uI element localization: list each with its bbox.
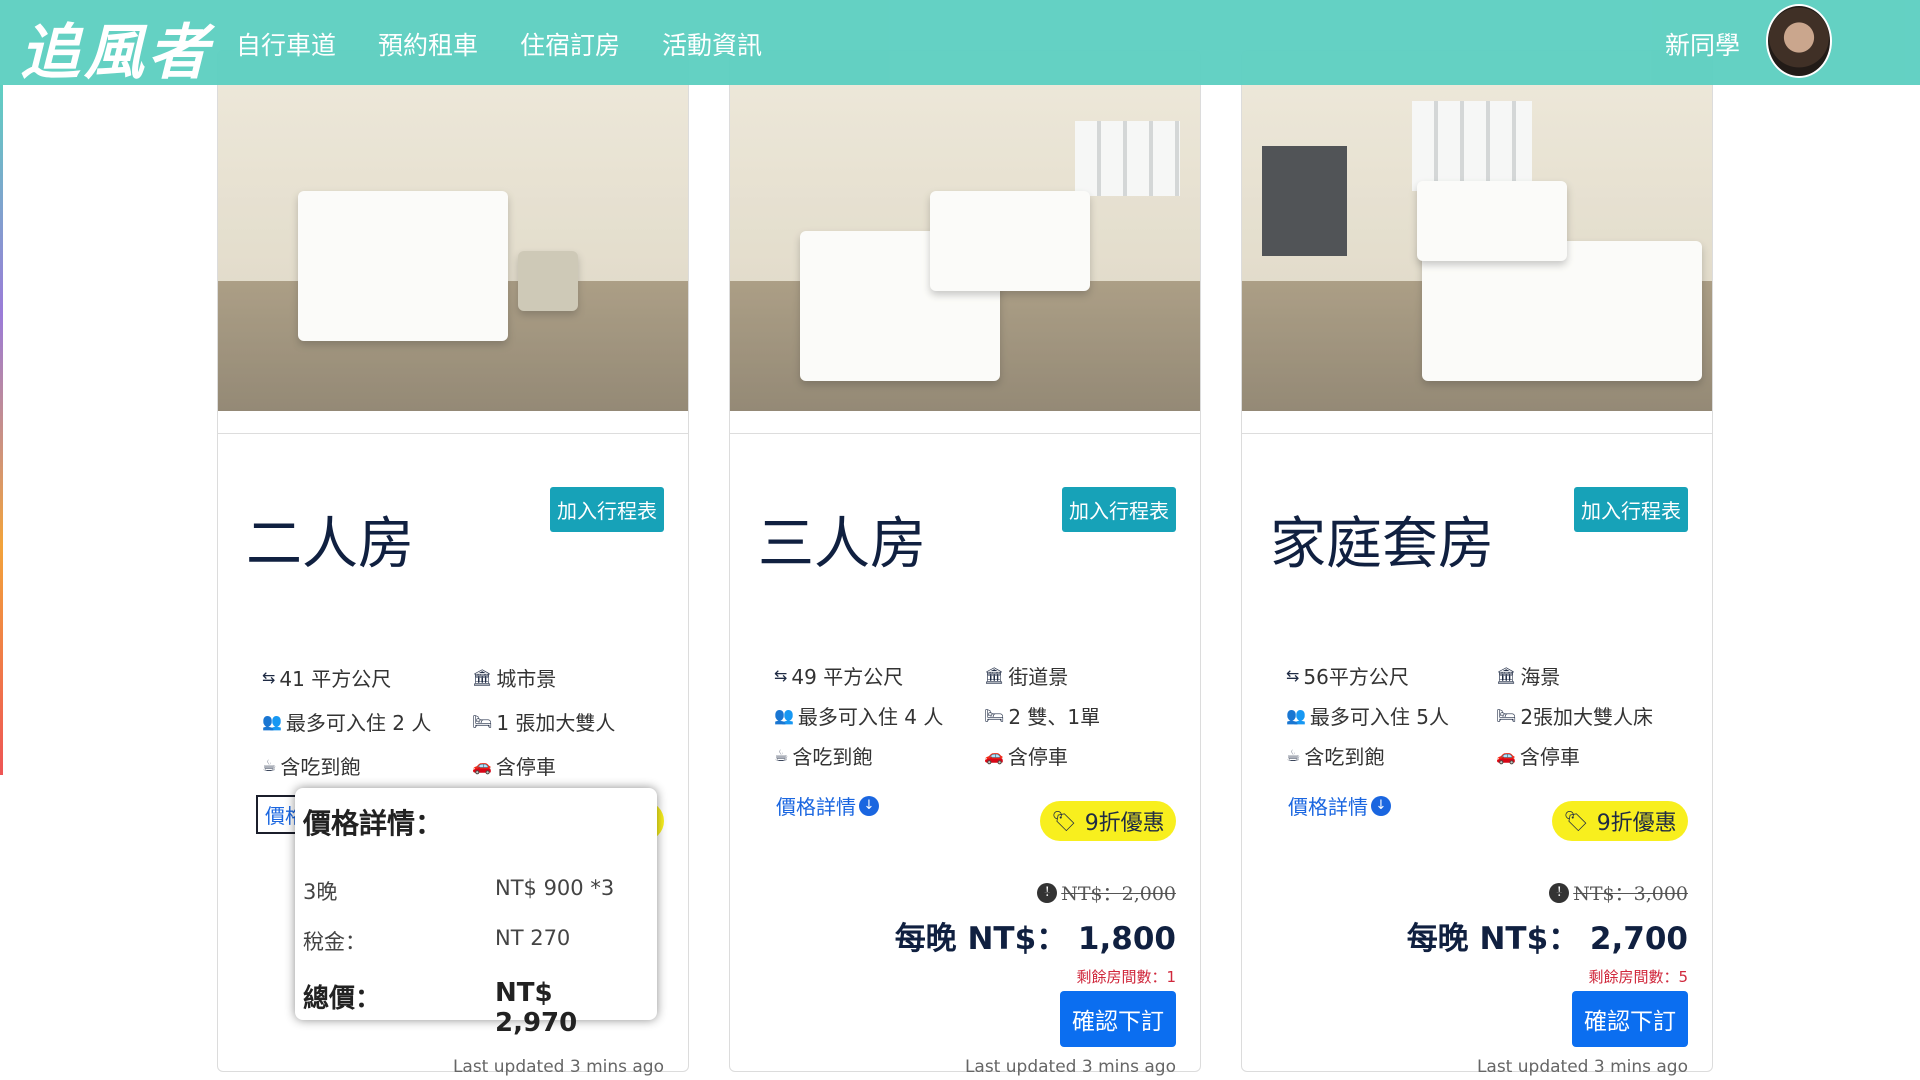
nav-link-lodging[interactable]: 住宿訂房 [520, 26, 620, 62]
original-price: ! NT$：3,000 [1549, 879, 1688, 906]
bed-icon: 🛏 [1496, 706, 1517, 725]
nights-row: 3晚 NT$ 900 *3 [303, 876, 643, 906]
rooms-remaining: 剩餘房間數：1 [1076, 968, 1176, 986]
room-card-family-suite: 家庭套房 加入行程表 ⇆ 56平方公尺 🏛 海景 👥 最多可入住 5人 🛏 2張加大雙人… [1241, 50, 1713, 1077]
nav-links: 自行車道 預約租車 住宿訂房 活動資訊 [236, 26, 762, 62]
bank-icon: 🏛 [472, 668, 493, 687]
bank-icon: 🏛 [984, 666, 1005, 685]
area-icon: ⇆ [1286, 666, 1300, 685]
info-icon: ! [1037, 882, 1058, 903]
original-price: ! NT$：2,000 [1037, 879, 1176, 906]
last-updated: Last updated 3 mins ago [964, 1057, 1176, 1077]
coffee-icon: ☕ [774, 746, 789, 765]
divider [218, 433, 688, 434]
room-card-triple: 三人房 加入行程表 ⇆ 49 平方公尺 🏛 街道景 👥 最多可入住 4 人 🛏 2 雙、… [729, 50, 1201, 1077]
popover-title: 價格詳情： [303, 807, 444, 840]
amenity-bed: 🛏 2 雙、1單 [984, 705, 1101, 729]
amenity-bed: 🛏 2張加大雙人床 [1496, 705, 1654, 729]
amenity-meal: ☕ 含吃到飽 [774, 745, 873, 769]
coffee-icon: ☕ [262, 756, 277, 775]
amenity-view: 🏛 街道景 [984, 665, 1069, 689]
arrow-circle-down-icon: ↓ [1371, 795, 1391, 816]
divider [1242, 433, 1712, 434]
area-icon: ⇆ [262, 668, 276, 687]
total-label: 總價： [303, 984, 382, 1014]
total-row: 總價： NT$ 2,970 [303, 978, 643, 1038]
amenity-capacity: 👥 最多可入住 2 人 [262, 711, 432, 735]
room-title: 三人房 [758, 512, 926, 577]
amenity-view: 🏛 海景 [1496, 665, 1561, 689]
room-photo [1242, 51, 1712, 411]
amenity-meal: ☕ 含吃到飽 [262, 755, 361, 779]
users-icon: 👥 [262, 712, 282, 731]
last-updated: Last updated 3 mins ago [1476, 1057, 1688, 1077]
tag-icon: 🏷 [1051, 809, 1077, 833]
amenity-size: ⇆ 56平方公尺 [1286, 665, 1409, 689]
discount-badge: 🏷9折優惠 [1552, 801, 1688, 841]
nights-value: NT$ 900 *3 [495, 876, 615, 900]
coffee-icon: ☕ [1286, 746, 1301, 765]
nav-link-events[interactable]: 活動資訊 [662, 26, 762, 62]
amenity-parking: 🚗 含停車 [1496, 745, 1580, 769]
add-to-itinerary-button[interactable]: 加入行程表 [1574, 487, 1688, 532]
car-icon: 🚗 [1496, 746, 1516, 765]
confirm-booking-button[interactable]: 確認下訂 [1572, 991, 1688, 1047]
bed-icon: 🛏 [472, 712, 493, 731]
car-icon: 🚗 [984, 746, 1004, 765]
users-icon: 👥 [774, 706, 794, 725]
amenity-size: ⇆ 41 平方公尺 [262, 667, 392, 691]
divider [730, 433, 1200, 434]
discount-badge: 🏷9折優惠 [1040, 801, 1176, 841]
room-title: 家庭套房 [1270, 512, 1494, 577]
amenity-parking: 🚗 含停車 [984, 745, 1068, 769]
tax-row: 稅金： NT 270 [303, 926, 643, 956]
bed-icon: 🛏 [984, 706, 1005, 725]
amenity-view: 🏛 城市景 [472, 667, 557, 691]
avatar[interactable] [1766, 4, 1832, 78]
amenity-bed: 🛏 1 張加大雙人 [472, 711, 616, 735]
nightly-price: 每晚 NT$： 1,800 [894, 921, 1176, 957]
confirm-booking-button[interactable]: 確認下訂 [1060, 991, 1176, 1047]
tax-value: NT 270 [495, 926, 571, 950]
add-to-itinerary-button[interactable]: 加入行程表 [550, 487, 664, 532]
total-value: NT$ 2,970 [495, 978, 578, 1038]
tag-icon: 🏷 [1563, 809, 1589, 833]
amenity-size: ⇆ 49 平方公尺 [774, 665, 904, 689]
amenity-meal: ☕ 含吃到飽 [1286, 745, 1385, 769]
room-photo [218, 51, 688, 411]
nights-label: 3晚 [303, 880, 338, 904]
room-photo [730, 51, 1200, 411]
brand-logo[interactable]: 追風者 [20, 4, 212, 91]
room-title: 二人房 [246, 512, 414, 577]
price-details-toggle[interactable]: 價格詳情↓ [776, 791, 879, 820]
add-to-itinerary-button[interactable]: 加入行程表 [1062, 487, 1176, 532]
amenity-capacity: 👥 最多可入住 5人 [1286, 705, 1450, 729]
user-name[interactable]: 新同學 [1665, 26, 1740, 62]
amenity-capacity: 👥 最多可入住 4 人 [774, 705, 944, 729]
amenity-parking: 🚗 含停車 [472, 755, 556, 779]
tax-label: 稅金： [303, 930, 366, 954]
left-edge-strip [0, 85, 3, 775]
navbar: 追風者 自行車道 預約租車 住宿訂房 活動資訊 新同學 [0, 0, 1920, 88]
nightly-price: 每晚 NT$： 2,700 [1406, 921, 1688, 957]
nav-link-rent-bike[interactable]: 預約租車 [378, 26, 478, 62]
rooms-remaining: 剩餘房間數：5 [1588, 968, 1688, 986]
price-details-toggle[interactable]: 價格詳情↓ [1288, 791, 1391, 820]
nav-link-bike-paths[interactable]: 自行車道 [236, 26, 336, 62]
car-icon: 🚗 [472, 756, 492, 775]
info-icon: ! [1549, 882, 1570, 903]
price-details-popover: 價格詳情： 3晚 NT$ 900 *3 稅金： NT 270 總價： NT$ 2… [295, 788, 657, 1038]
users-icon: 👥 [1286, 706, 1306, 725]
arrow-circle-down-icon: ↓ [859, 795, 879, 816]
last-updated: Last updated 3 mins ago [452, 1057, 664, 1077]
area-icon: ⇆ [774, 666, 788, 685]
bank-icon: 🏛 [1496, 666, 1517, 685]
